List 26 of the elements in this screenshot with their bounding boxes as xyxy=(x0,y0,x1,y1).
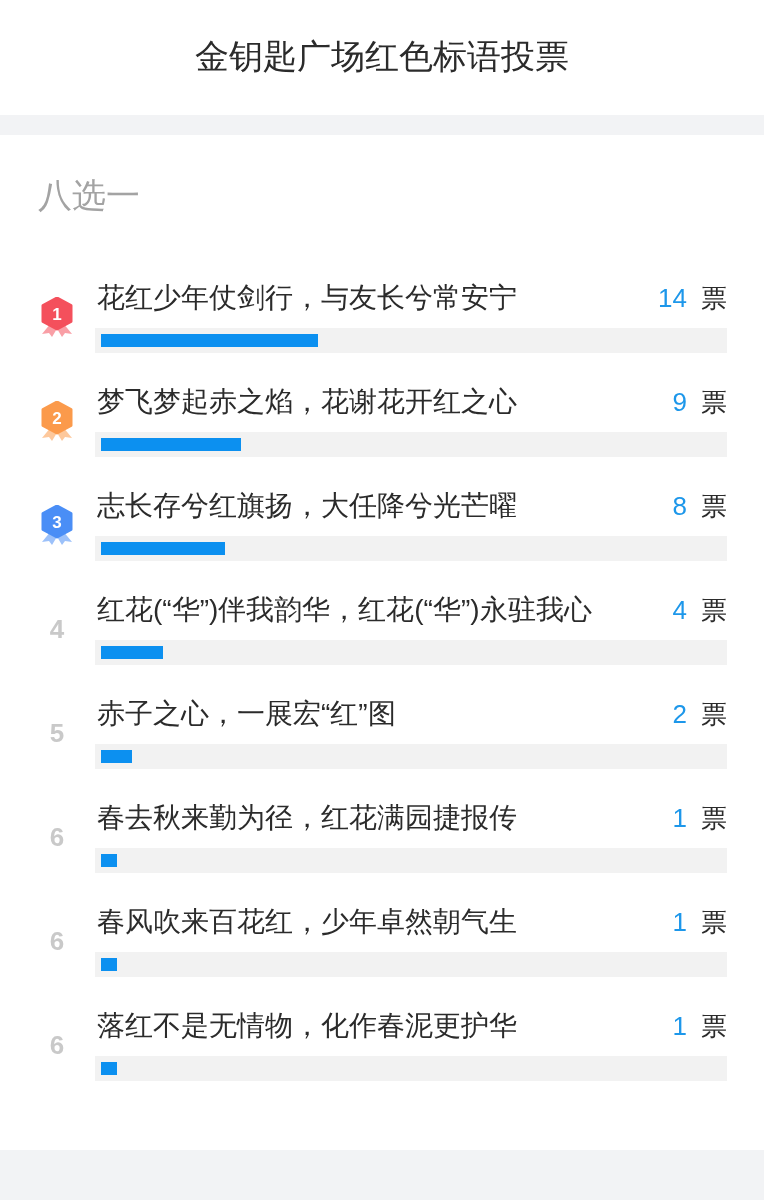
vote-count: 2 xyxy=(672,698,687,731)
option-text: 梦飞梦起赤之焰，花谢花开红之心 xyxy=(96,385,517,419)
vote-count: 8 xyxy=(672,490,687,523)
vote-unit: 票 xyxy=(701,282,727,315)
option-text: 红花(“华”)伴我韵华，红花(“华”)永驻我心 xyxy=(96,593,592,627)
option-text: 落红不是无情物，化作春泥更护华 xyxy=(96,1009,517,1043)
vote-count: 1 xyxy=(672,1010,687,1043)
option-text: 春风吹来百花红，少年卓然朝气生 xyxy=(96,905,517,939)
option-text: 春去秋来勤为径，红花满园捷报传 xyxy=(96,801,517,835)
vote-count: 4 xyxy=(672,594,687,627)
option-text: 花红少年仗剑行，与友长兮常安宁 xyxy=(96,281,517,315)
vote-unit: 票 xyxy=(701,490,727,523)
vote-count: 9 xyxy=(672,386,687,419)
vote-unit: 票 xyxy=(701,698,727,731)
vote-unit: 票 xyxy=(701,386,727,419)
vote-unit: 票 xyxy=(701,802,727,835)
vote-unit: 票 xyxy=(701,1010,727,1043)
vote-count: 1 xyxy=(672,802,687,835)
option-text: 志长存兮红旗扬，大任降兮光芒曜 xyxy=(96,489,517,523)
vote-unit: 票 xyxy=(701,906,727,939)
poll-subtitle: 八选一 xyxy=(38,175,141,215)
vote-unit: 票 xyxy=(701,594,727,627)
vote-count: 14 xyxy=(658,282,687,315)
page-title: 金钥匙广场红色标语投票 xyxy=(195,35,569,76)
vote-count: 1 xyxy=(672,906,687,939)
option-text: 赤子之心，一展宏“红”图 xyxy=(96,697,396,731)
